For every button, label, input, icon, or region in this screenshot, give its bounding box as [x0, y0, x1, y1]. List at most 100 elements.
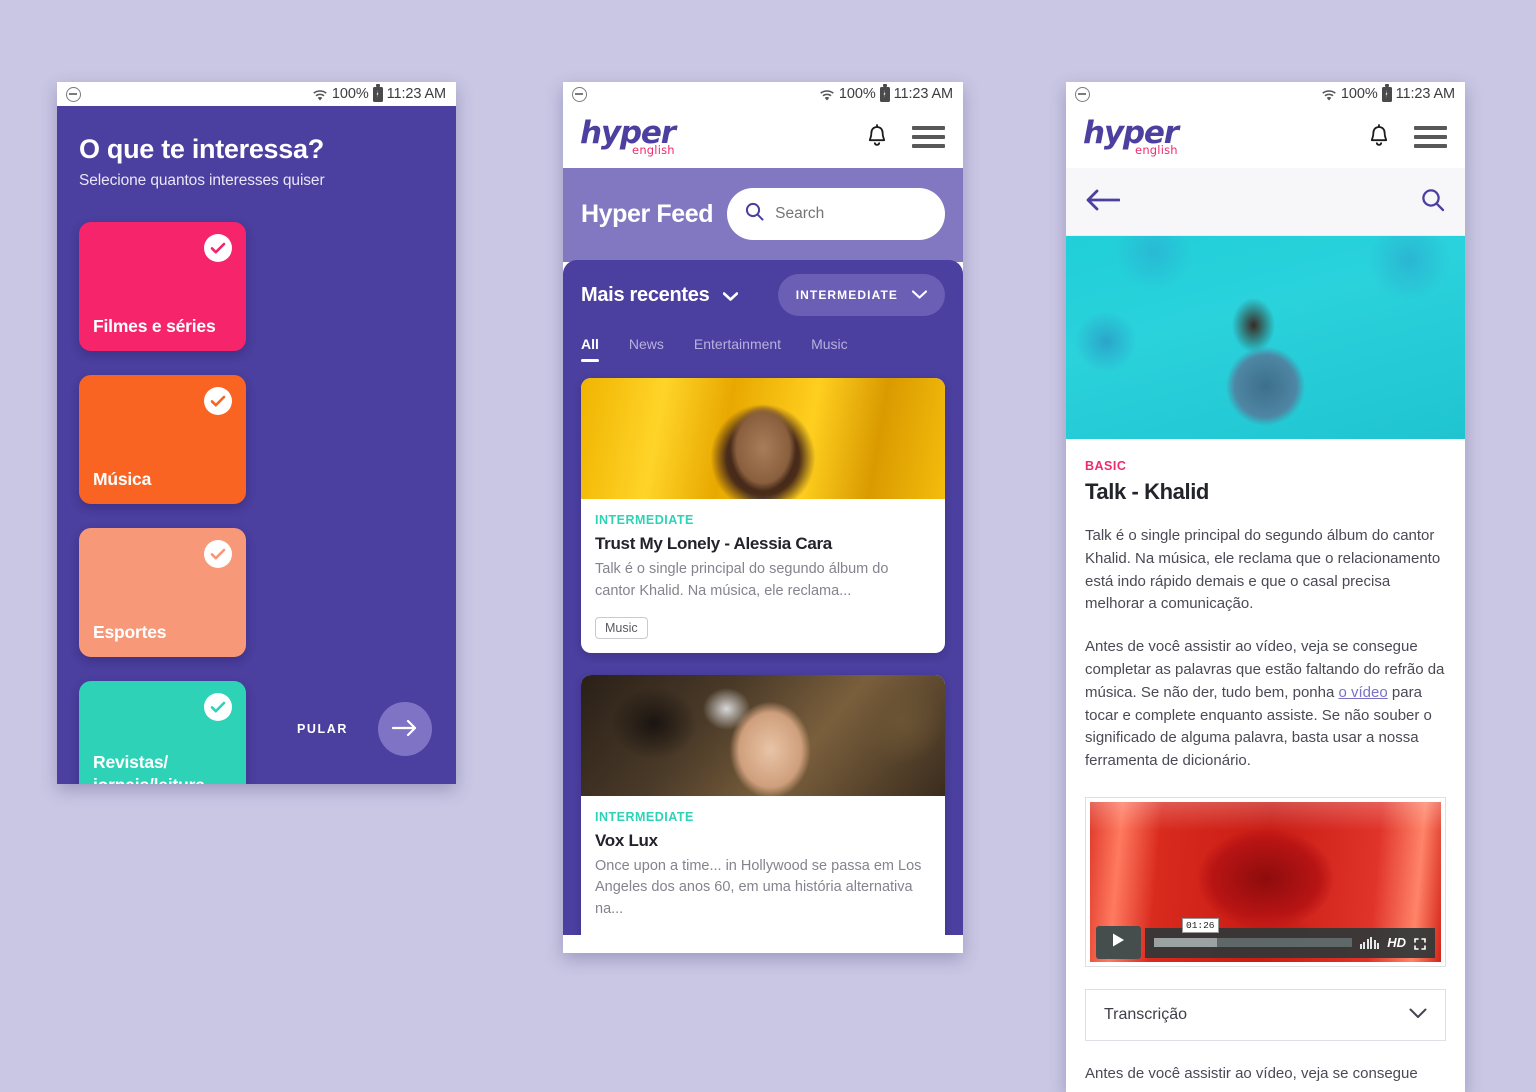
tab-entertainment[interactable]: Entertainment — [694, 336, 781, 362]
interest-tile-esportes[interactable]: Esportes — [79, 528, 246, 657]
feed-card-body: INTERMEDIATE Trust My Lonely - Alessia C… — [581, 499, 945, 653]
status-bar-left — [1075, 86, 1090, 102]
category-tabs: All News Entertainment Music — [581, 336, 945, 362]
next-button[interactable] — [378, 702, 432, 756]
transcription-accordion[interactable]: Transcrição — [1085, 988, 1446, 1041]
video-scrubber-bar[interactable]: 01:26 HD — [1145, 918, 1435, 958]
feed-card-description: Once upon a time... in Hollywood se pass… — [595, 857, 922, 918]
interest-tile-label: Música — [93, 468, 152, 489]
article-paragraph-2: Antes de você assistir ao vídeo, veja se… — [1085, 636, 1446, 773]
feed-filters: Mais recentes INTERMEDIATE All News Ente… — [563, 260, 963, 362]
feed-card-tags: Music — [595, 616, 931, 639]
do-not-disturb-icon — [1075, 86, 1090, 102]
interest-tile-filmes-e-series[interactable]: Filmes e séries — [79, 222, 246, 351]
video-link[interactable]: o vídeo — [1339, 684, 1388, 701]
article-toolbar — [1066, 168, 1465, 236]
progress-track[interactable]: 01:26 — [1154, 918, 1352, 948]
play-button[interactable] — [1096, 926, 1141, 960]
mockup-stage: 100% 11:23 AM O que te interessa? Seleci… — [0, 0, 1536, 1092]
chevron-down-icon — [911, 288, 928, 302]
chevron-down-icon — [723, 284, 739, 307]
search-icon — [1421, 188, 1445, 215]
chevron-down-icon — [1409, 1006, 1427, 1024]
onboarding-footer: PULAR — [57, 702, 456, 756]
notifications-button[interactable] — [1368, 123, 1390, 151]
hamburger-menu-button[interactable] — [1414, 126, 1447, 148]
search-input[interactable] — [775, 205, 927, 223]
do-not-disturb-icon — [66, 86, 81, 102]
hamburger-menu-button[interactable] — [912, 126, 945, 148]
hamburger-menu-icon — [912, 126, 945, 130]
feed-list[interactable]: INTERMEDIATE Trust My Lonely - Alessia C… — [563, 362, 963, 935]
fullscreen-icon[interactable] — [1414, 937, 1426, 950]
level-badge: BASIC — [1085, 459, 1127, 473]
tab-music[interactable]: Music — [811, 336, 848, 362]
vox-lux-photo — [581, 674, 945, 796]
khalid-talk-music-video[interactable]: 01:26 HD — [1090, 801, 1441, 962]
hamburger-menu-icon — [1414, 144, 1447, 148]
play-icon — [1111, 932, 1126, 953]
search-box[interactable] — [727, 188, 945, 240]
feed-hero-row: Hyper Feed — [581, 188, 945, 262]
onboarding-body: O que te interessa? Selecione quantos in… — [57, 106, 456, 784]
article-title: Talk - Khalid — [1085, 479, 1209, 504]
wifi-icon — [312, 88, 328, 101]
page-subtitle: Selecione quantos interesses quiser — [79, 172, 325, 189]
status-bar: 100% 11:23 AM — [57, 82, 456, 106]
do-not-disturb-icon — [572, 86, 587, 102]
battery-percent-label: 100% — [1340, 86, 1378, 102]
arrow-right-icon — [391, 719, 418, 740]
interest-tile-grid: Filmes e séries Música Esportes Revistas… — [79, 222, 434, 784]
volume-equalizer-icon[interactable] — [1359, 936, 1380, 949]
sort-label: Mais recentes — [581, 283, 710, 306]
level-filter-button[interactable]: INTERMEDIATE — [777, 274, 945, 316]
phone-onboarding-screen: 100% 11:23 AM O que te interessa? Seleci… — [57, 82, 456, 784]
feed-hero: Hyper Feed — [563, 168, 963, 262]
hamburger-menu-icon — [1414, 135, 1447, 139]
logo-tagline: english — [1135, 142, 1178, 157]
hamburger-menu-icon — [1414, 126, 1447, 130]
page-title: O que te interessa? — [79, 134, 324, 164]
phone-feed-screen: 100% 11:23 AM hyper english Hyper Feed S… — [563, 82, 963, 953]
feed-card-title: Trust My Lonely - Alessia Cara — [595, 534, 832, 553]
hamburger-menu-icon — [912, 144, 945, 148]
article-tail-text: Antes de você assistir ao vídeo, veja se… — [1085, 1064, 1418, 1082]
battery-charging-icon — [1381, 84, 1392, 102]
notifications-button[interactable] — [866, 123, 888, 151]
status-bar-right: 100% 11:23 AM — [1321, 84, 1455, 102]
video-player[interactable]: 01:26 HD — [1085, 796, 1446, 967]
page-title: Hyper Feed — [581, 199, 714, 228]
feed-card[interactable]: INTERMEDIATE Trust My Lonely - Alessia C… — [581, 378, 945, 653]
tag-chip[interactable]: Music — [595, 616, 648, 639]
status-bar: 100% 11:23 AM — [1066, 82, 1465, 106]
khalid-video-still — [1066, 236, 1465, 439]
tab-all[interactable]: All — [581, 336, 599, 362]
search-button[interactable] — [1421, 188, 1445, 215]
feed-card[interactable]: INTERMEDIATE Vox Lux Once upon a time...… — [581, 674, 945, 935]
hamburger-menu-icon — [912, 135, 945, 139]
article-paragraph-1: Talk é o single principal do segundo álb… — [1085, 527, 1441, 613]
quality-label[interactable]: HD — [1387, 935, 1406, 950]
bell-icon — [866, 123, 888, 151]
clock-label: 11:23 AM — [386, 86, 446, 102]
skip-button[interactable]: PULAR — [297, 722, 348, 736]
sort-dropdown-button[interactable]: Mais recentes — [581, 283, 739, 307]
level-badge: INTERMEDIATE — [595, 513, 694, 527]
phone-article-screen: 100% 11:23 AM hyper english BASIC Talk -… — [1066, 82, 1465, 1092]
tab-news[interactable]: News — [629, 336, 664, 362]
back-button[interactable] — [1086, 189, 1121, 214]
battery-charging-icon — [879, 84, 890, 102]
logo-tagline: english — [632, 142, 675, 157]
app-bar: hyper english — [1066, 106, 1465, 168]
search-icon — [745, 202, 764, 226]
app-bar: hyper english — [563, 106, 963, 168]
check-icon — [204, 387, 232, 415]
feed-card-title: Vox Lux — [595, 830, 658, 850]
check-icon — [204, 234, 232, 262]
battery-percent-label: 100% — [838, 86, 876, 102]
hyper-english-logo[interactable]: hyper english — [1083, 117, 1179, 157]
level-badge: INTERMEDIATE — [595, 809, 694, 824]
battery-charging-icon — [372, 84, 383, 102]
interest-tile-musica[interactable]: Música — [79, 375, 246, 504]
hyper-english-logo[interactable]: hyper english — [580, 117, 676, 157]
